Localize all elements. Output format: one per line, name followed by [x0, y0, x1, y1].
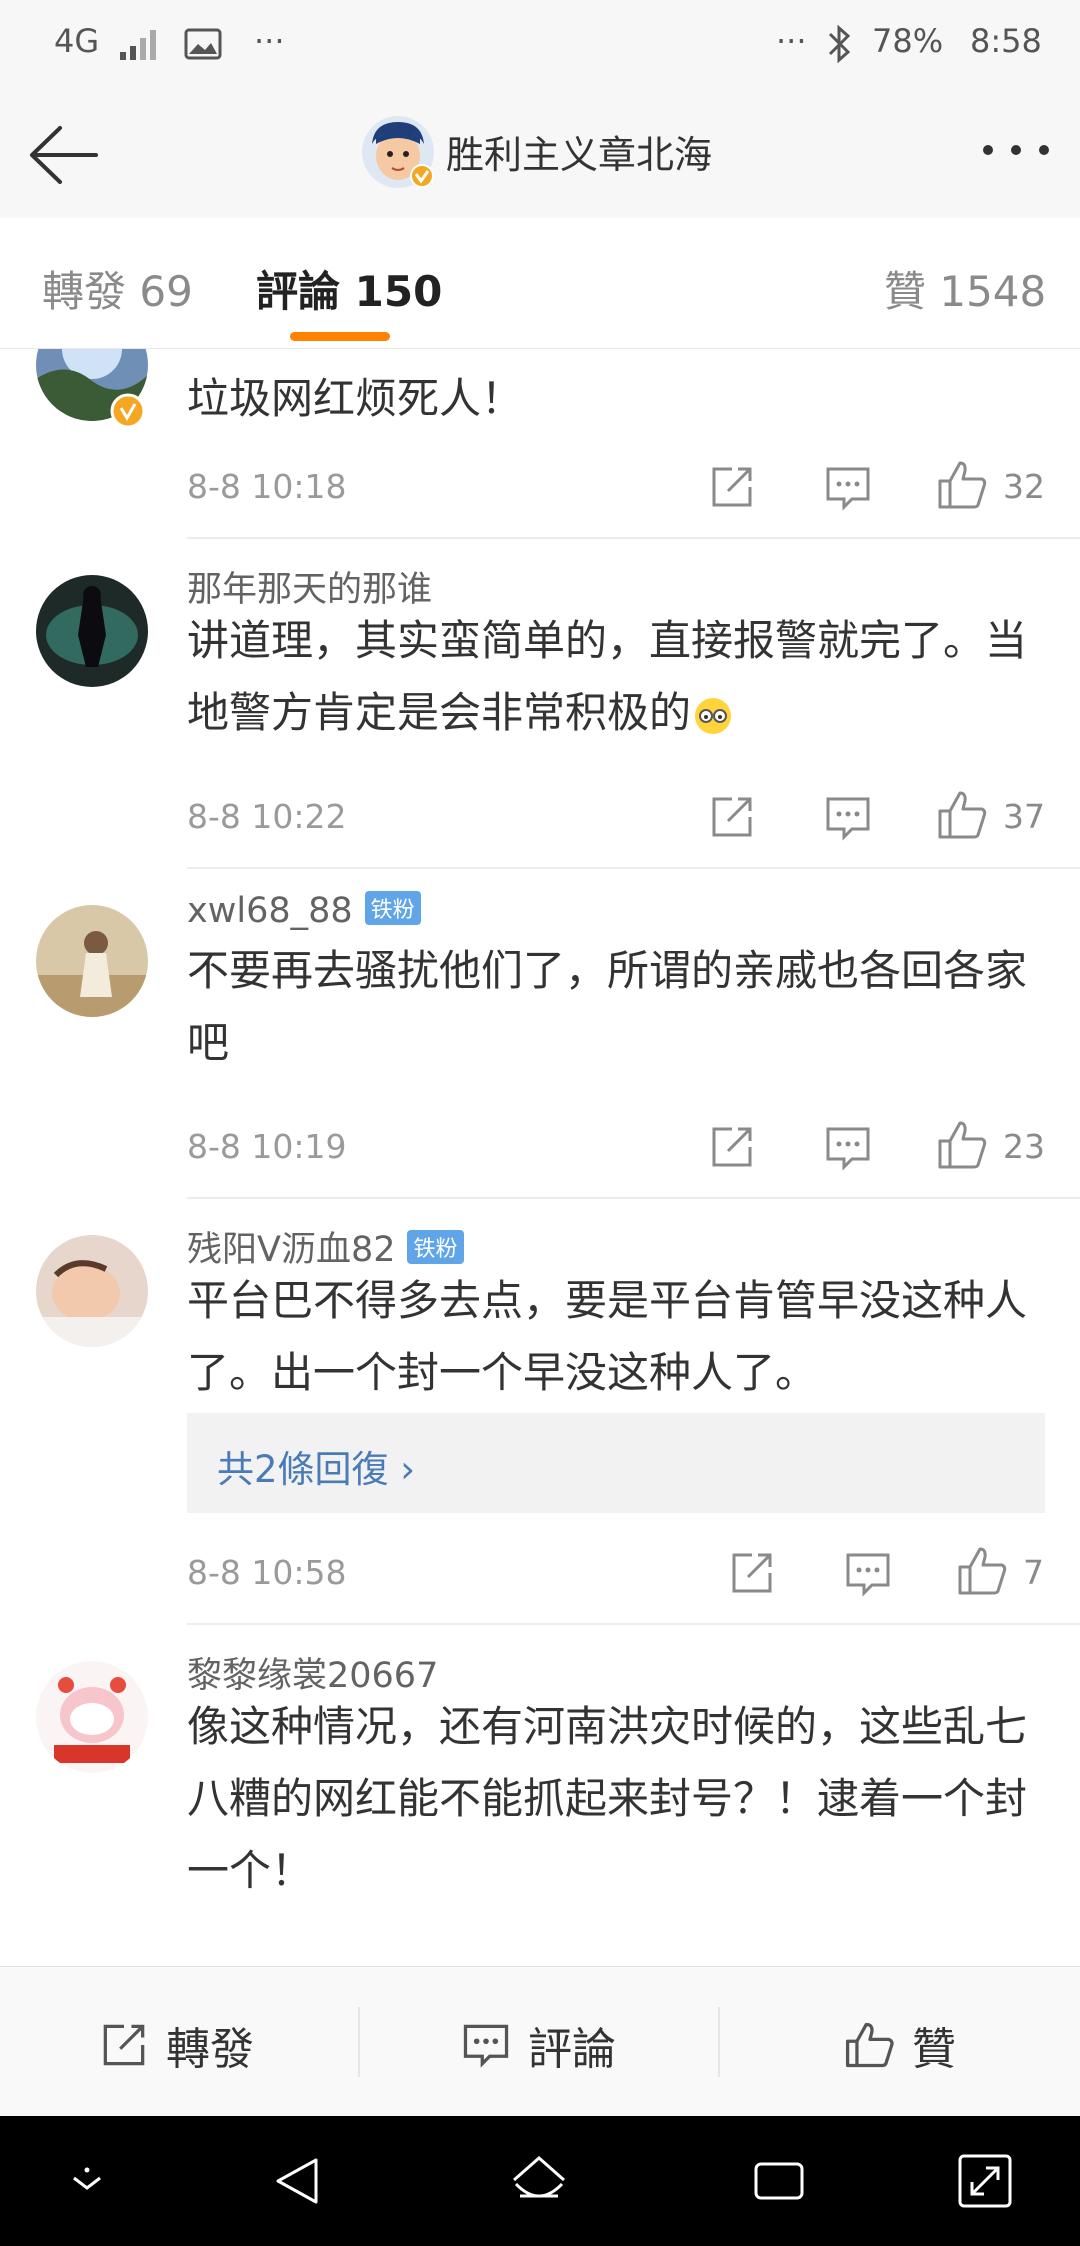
- forward-icon[interactable]: [702, 1117, 762, 1177]
- comment-text: 垃圾网红烦死人！: [187, 374, 524, 423]
- fan-badge: 铁粉: [364, 891, 421, 925]
- back-icon[interactable]: [264, 2146, 334, 2216]
- commenter-avatar[interactable]: [36, 905, 148, 1017]
- forward-icon[interactable]: [702, 787, 762, 847]
- clock: 8:58: [970, 22, 1042, 60]
- status-bar: 4G ··· ··· 78% 8:58: [0, 0, 1080, 90]
- back-arrow-icon[interactable]: [26, 120, 106, 190]
- like-count: 7: [1023, 1553, 1044, 1592]
- comment-button[interactable]: 評論: [360, 1967, 718, 2117]
- recent-apps-icon[interactable]: [744, 2146, 814, 2216]
- chevron-down-icon[interactable]: [52, 2146, 122, 2216]
- forward-icon: [103, 2024, 145, 2066]
- comment-time: 8-8 10:22: [187, 797, 347, 836]
- top-nav-bar: 胜利主义章北海: [0, 90, 1080, 219]
- verified-badge-icon: [110, 393, 146, 429]
- tab-likes[interactable]: 贊 1548: [884, 258, 1046, 319]
- replies-link-label: 共2條回復 ›: [217, 1448, 416, 1491]
- comment-label: 評論: [528, 2024, 616, 2075]
- commenter-avatar[interactable]: [36, 1235, 148, 1347]
- commenter-username[interactable]: xwl68_88 铁粉: [187, 891, 421, 931]
- emoji-icon: [695, 697, 732, 734]
- fan-badge: 铁粉: [407, 1230, 464, 1264]
- home-icon[interactable]: [504, 2146, 574, 2216]
- comment-text: 讲道理，其实蛮简单的，直接报警就完了。当地警方肯定是会非常积极的: [187, 616, 1028, 737]
- commenter-avatar[interactable]: [36, 575, 148, 687]
- like-button[interactable]: 贊: [720, 1967, 1078, 2117]
- comment-time: 8-8 10:19: [187, 1127, 347, 1166]
- comment-icon[interactable]: [818, 457, 878, 517]
- author-avatar[interactable]: [360, 114, 436, 190]
- forward-icon[interactable]: [702, 457, 762, 517]
- like-count: 37: [1003, 797, 1045, 836]
- network-indicator: 4G: [54, 22, 100, 60]
- comment-icon[interactable]: [838, 1543, 898, 1603]
- comment-divider: [187, 867, 1080, 869]
- like-label: 贊: [912, 2024, 956, 2075]
- like-icon[interactable]: [932, 455, 992, 515]
- like-icon[interactable]: [932, 1115, 992, 1175]
- comment-icon[interactable]: [818, 787, 878, 847]
- replies-link[interactable]: 共2條回復 ›: [187, 1413, 1045, 1513]
- more-options-icon[interactable]: [976, 120, 1056, 180]
- tab-comments[interactable]: 評論 150: [256, 258, 442, 319]
- page-title: 胜利主义章北海: [446, 133, 713, 177]
- notification-dots: ···: [254, 22, 285, 60]
- bluetooth-icon: [828, 24, 851, 64]
- comment-time: 8-8 10:58: [187, 1553, 347, 1592]
- bottom-action-bar: 轉發 評論 贊: [0, 1966, 1080, 2117]
- comment-divider: [187, 1197, 1080, 1199]
- forward-button[interactable]: 轉發: [0, 1967, 358, 2117]
- like-icon[interactable]: [932, 785, 992, 845]
- comment-text: 像这种情况，还有河南洪灾时候的，这些乱七八糟的网红能不能抓起来封号？！逮着一个封…: [187, 1702, 1028, 1895]
- image-notification-icon: [184, 28, 222, 60]
- comment-list[interactable]: 垃圾网红烦死人！ 8-8 10:18 32 那年那天的那谁 讲道理，其实蛮简单的…: [0, 349, 1080, 1966]
- tab-bar: 轉發 69 評論 150 贊 1548: [0, 218, 1080, 348]
- status-dots: ···: [776, 22, 807, 60]
- signal-icon: [120, 30, 156, 60]
- comment-divider: [187, 537, 1080, 539]
- tab-forward[interactable]: 轉發 69: [42, 258, 193, 319]
- system-navigation-bar: [0, 2116, 1080, 2246]
- comment-text: 平台巴不得多去点，要是平台肯管早没这种人了。出一个封一个早没这种人了。: [187, 1276, 1028, 1397]
- forward-label: 轉發: [166, 2024, 254, 2075]
- battery-level: 78%: [872, 22, 944, 60]
- comment-text: 不要再去骚扰他们了，所谓的亲戚也各回各家吧: [187, 946, 1028, 1067]
- like-icon[interactable]: [952, 1541, 1012, 1601]
- like-icon: [845, 2022, 894, 2068]
- comment-icon: [463, 2024, 509, 2068]
- commenter-avatar[interactable]: [36, 1661, 148, 1773]
- like-count: 23: [1003, 1127, 1045, 1166]
- active-tab-indicator: [290, 332, 390, 341]
- comment-icon[interactable]: [818, 1117, 878, 1177]
- comment-time: 8-8 10:18: [187, 467, 347, 506]
- expand-icon[interactable]: [950, 2146, 1020, 2216]
- forward-icon[interactable]: [722, 1543, 782, 1603]
- comment-divider: [187, 1623, 1080, 1625]
- like-count: 32: [1003, 467, 1045, 506]
